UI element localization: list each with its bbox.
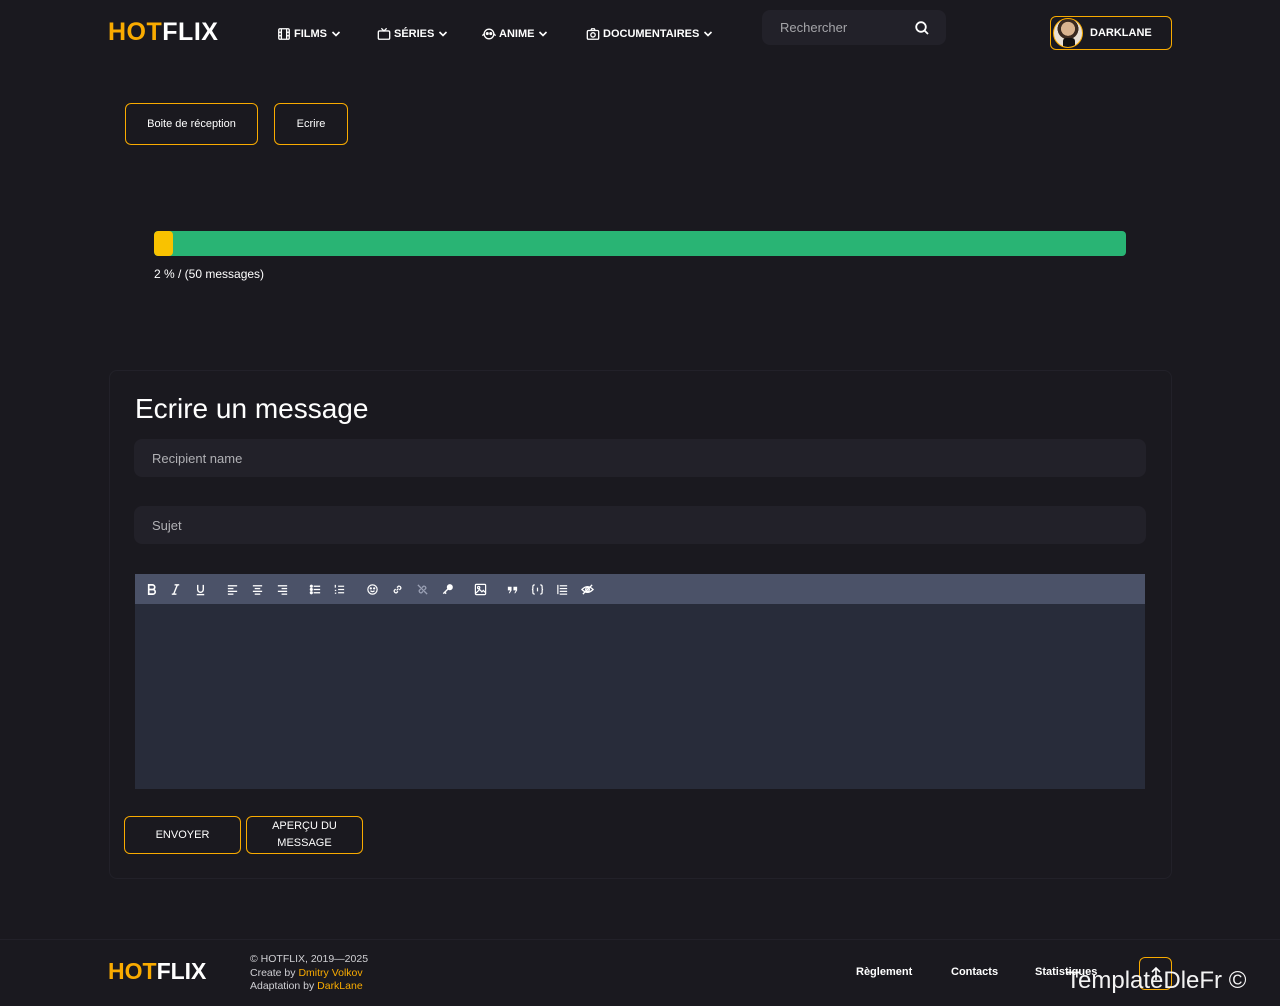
avatar [1053,18,1083,48]
search-icon[interactable] [914,20,930,36]
nav-documentaires-label: DOCUMENTAIRES [603,28,700,40]
quota-progress-bar [154,231,1126,256]
image-icon[interactable] [472,581,488,597]
preview-label-line2: MESSAGE [277,837,332,849]
key-icon[interactable] [439,581,455,597]
footer-credits: © HOTFLIX, 2019—2025 Create by Dmitry Vo… [250,953,368,994]
search-bar [762,10,946,45]
inbox-button[interactable]: Boite de réception [125,103,258,145]
nav-series[interactable]: SÉRIES [377,25,448,43]
bullet-list-icon[interactable] [307,581,323,597]
subject-input[interactable] [134,506,1146,544]
quota-text: 2 % / (50 messages) [154,267,265,281]
logo-flix-text: FLIX [162,18,219,46]
film-icon [278,28,290,40]
footer-logo[interactable]: HOTFLIX [108,958,206,985]
send-button[interactable]: ENVOYER [124,816,241,854]
recipient-input[interactable] [134,439,1146,477]
footer-logo-hot: HOT [108,958,157,984]
user-name: DARKLANE [1090,27,1152,39]
watermark-text: TemplateDleFr © [1066,967,1247,994]
nav-series-label: SÉRIES [394,28,435,40]
search-input[interactable] [762,10,912,45]
numbered-list-icon[interactable] [331,581,347,597]
preview-label-line1: APERÇU DU [272,820,337,832]
created-prefix: Create by [250,966,299,979]
link-icon[interactable] [389,581,405,597]
tv-icon [377,27,391,40]
anime-icon [482,28,496,40]
page-title: Ecrire un message [135,393,369,424]
camera-icon [586,28,600,40]
user-menu-button[interactable]: DARKLANE [1050,16,1172,50]
align-right-icon[interactable] [274,581,290,597]
nav-documentaires[interactable]: DOCUMENTAIRES [586,25,713,43]
code-icon[interactable] [529,581,545,597]
quote-icon[interactable] [504,581,520,597]
footer-logo-flix: FLIX [156,958,207,984]
hide-icon[interactable] [579,581,595,597]
bold-icon[interactable] [143,581,159,597]
author-link[interactable]: Dmitry Volkov [298,967,362,979]
editor-toolbar [135,574,1145,604]
preview-button[interactable]: APERÇU DU MESSAGE [246,816,363,854]
nav-anime[interactable]: ANIME [482,25,548,43]
nav-films[interactable]: FILMS [277,25,341,43]
write-button[interactable]: Ecrire [274,103,348,145]
copyright-text: © HOTFLIX, 2019—2025 [250,953,369,965]
message-editor[interactable] [135,604,1145,789]
nav-films-label: FILMS [294,28,327,40]
chevron-down-icon [439,31,448,37]
underline-icon[interactable] [192,581,208,597]
chevron-down-icon [539,31,548,37]
align-left-icon[interactable] [224,581,240,597]
chevron-down-icon [704,31,713,37]
italic-icon[interactable] [167,581,183,597]
footer-link-contacts[interactable]: Contacts [951,966,998,978]
unlink-icon[interactable] [414,581,430,597]
quota-progress-fill [154,231,174,256]
footer-link-reglement[interactable]: Règlement [856,966,912,978]
logo-hot-text: HOT [108,18,163,46]
adapter-link[interactable]: DarkLane [317,980,363,992]
nav-anime-label: ANIME [499,28,535,40]
chevron-down-icon [331,31,341,37]
adapted-prefix: Adaptation by [250,980,318,992]
site-logo[interactable]: HOTFLIX [108,18,218,47]
table-icon[interactable] [554,581,570,597]
site-header: HOTFLIX FILMS SÉRIES ANIME DOCUMENTAIRES… [0,0,1280,68]
align-center-icon[interactable] [249,581,265,597]
emoji-icon[interactable] [364,581,380,597]
